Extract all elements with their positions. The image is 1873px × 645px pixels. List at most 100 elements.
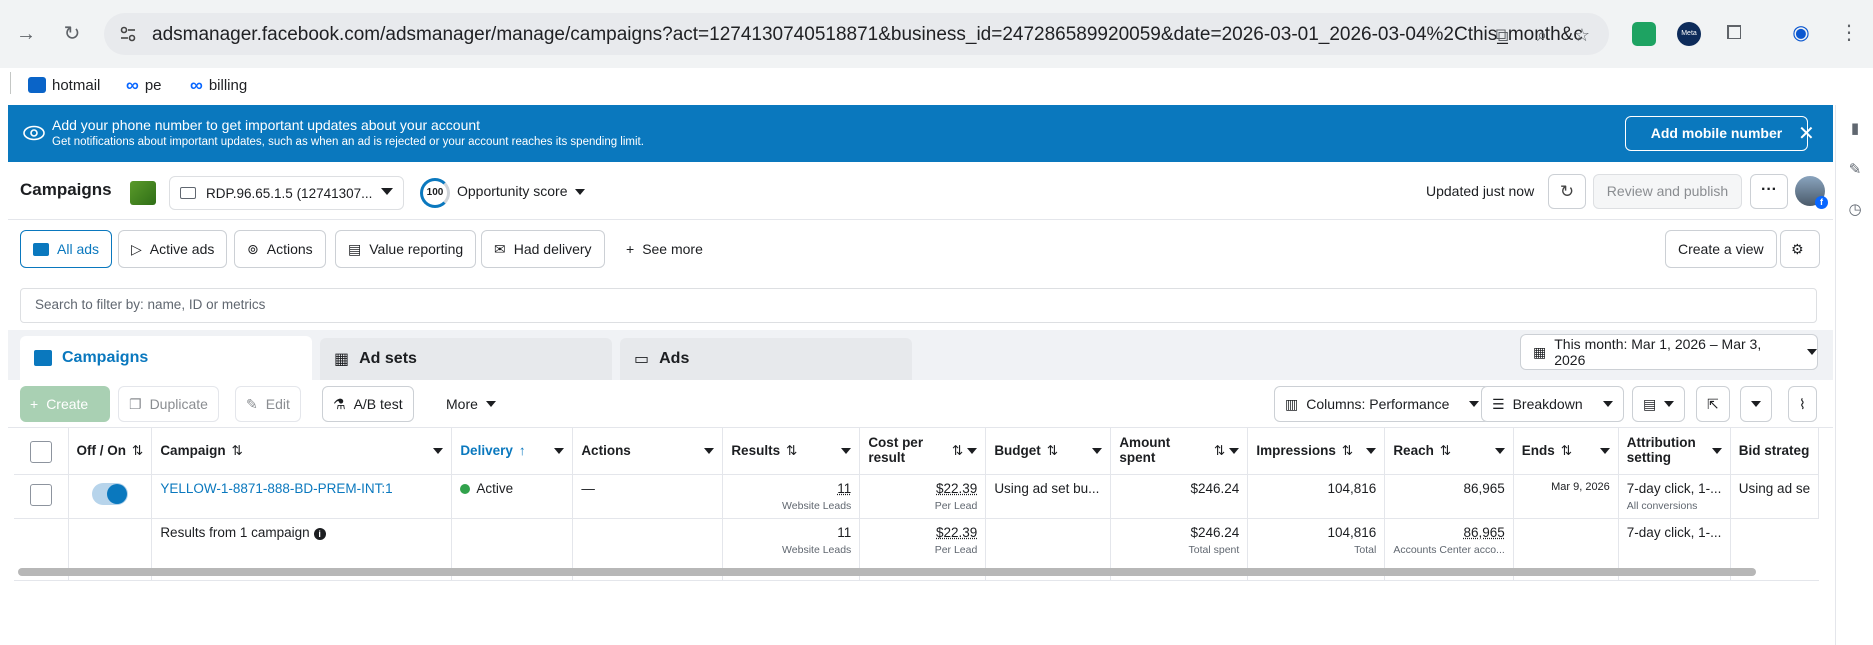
url-text[interactable]: adsmanager.facebook.com/adsmanager/manag… bbox=[152, 24, 1582, 46]
ab-test-button[interactable]: ⚗ A/B test bbox=[322, 386, 414, 422]
refresh-button[interactable]: ↻ bbox=[1548, 174, 1586, 209]
add-mobile-number-button[interactable]: Add mobile number bbox=[1625, 116, 1808, 151]
edit-pencil-icon[interactable]: ✎ bbox=[1846, 160, 1864, 178]
col-delivery[interactable]: Delivery ↑ bbox=[451, 428, 574, 475]
col-campaign[interactable]: Campaign ⇅ bbox=[151, 428, 453, 475]
duplicate-icon: ❐ bbox=[129, 395, 142, 412]
horizontal-scrollbar[interactable] bbox=[18, 568, 1756, 576]
row-select-cell[interactable] bbox=[14, 474, 69, 519]
row-toggle-cell[interactable] bbox=[68, 474, 153, 519]
columns-dropdown[interactable]: ▥ Columns: Performance bbox=[1274, 386, 1491, 422]
row-checkbox[interactable] bbox=[29, 483, 52, 506]
col-amount-spent[interactable]: Amount spent ⇅ bbox=[1110, 428, 1249, 475]
tab-ads[interactable]: ▭ Ads bbox=[620, 338, 912, 380]
account-selector[interactable]: RDP.96.65.1.5 (12741307... bbox=[169, 176, 404, 210]
close-icon[interactable]: ✕ bbox=[1798, 121, 1815, 146]
export-button[interactable]: ⇱ bbox=[1696, 386, 1730, 422]
date-range-picker[interactable]: ▦ This month: Mar 1, 2026 – Mar 3, 2026 bbox=[1520, 334, 1818, 370]
opportunity-score-badge[interactable]: 100 bbox=[420, 178, 450, 208]
bookmark-hotmail[interactable]: hotmail bbox=[28, 70, 100, 100]
ends-cell: Mar 9, 2026 bbox=[1513, 474, 1619, 519]
translate-icon[interactable]: ⧉ bbox=[1491, 24, 1513, 46]
eye-icon bbox=[23, 125, 45, 141]
tab-ad-sets[interactable]: ▦ Ad sets bbox=[320, 338, 612, 380]
col-bid-strategy[interactable]: Bid strateg bbox=[1730, 428, 1820, 475]
col-cost-per-result[interactable]: Cost per result ⇅ bbox=[859, 428, 987, 475]
col-ends[interactable]: Ends ⇅ bbox=[1513, 428, 1619, 475]
search-filter[interactable] bbox=[20, 288, 1817, 323]
address-bar[interactable]: adsmanager.facebook.com/adsmanager/manag… bbox=[104, 13, 1609, 55]
col-actions[interactable]: Actions bbox=[572, 428, 724, 475]
table-header-row: Off / On ⇅ Campaign ⇅ Delivery ↑ Actions Re… bbox=[14, 428, 1820, 475]
attribution-cell: 7-day click, 1-... All conversions bbox=[1618, 474, 1731, 519]
chevron-down-icon bbox=[1602, 401, 1613, 407]
table-footer-area bbox=[8, 582, 1833, 645]
campaigns-icon bbox=[34, 350, 52, 366]
create-view-button[interactable]: Create a view bbox=[1665, 230, 1777, 268]
bookmark-billing[interactable]: ∞ billing bbox=[190, 70, 247, 100]
filter-value-reporting[interactable]: ▤ Value reporting bbox=[335, 230, 477, 268]
edit-button[interactable]: ✎ Edit bbox=[235, 386, 301, 422]
filter-actions[interactable]: ⊚ Actions bbox=[234, 230, 326, 268]
col-impressions[interactable]: Impressions ⇅ bbox=[1247, 428, 1386, 475]
filter-had-delivery[interactable]: ✉ Had delivery bbox=[481, 230, 605, 268]
banner-title: Add your phone number to get important u… bbox=[52, 117, 481, 133]
tab-campaigns[interactable]: Campaigns bbox=[20, 336, 312, 380]
col-budget[interactable]: Budget ⇅ bbox=[985, 428, 1112, 475]
reload-icon[interactable]: ↻ bbox=[58, 20, 86, 48]
grid-icon: ▦ bbox=[334, 351, 350, 368]
bookmark-star-icon[interactable]: ☆ bbox=[1571, 24, 1593, 46]
more-dropdown[interactable]: More bbox=[436, 386, 506, 422]
search-input[interactable] bbox=[35, 297, 1735, 312]
col-results[interactable]: Results ⇅ bbox=[722, 428, 861, 475]
filter-active-ads[interactable]: ▷ Active ads bbox=[118, 230, 228, 268]
info-icon[interactable]: i bbox=[313, 527, 326, 540]
reports-dropdown[interactable]: ▤ bbox=[1632, 386, 1686, 422]
review-and-publish-button[interactable]: Review and publish bbox=[1593, 174, 1742, 209]
ad-icon: ▭ bbox=[634, 351, 650, 368]
more-options-button[interactable]: ··· bbox=[1750, 174, 1788, 209]
campaign-name-link[interactable]: YELLOW-1-8871-888-BD-PREM-INT:1 bbox=[160, 481, 392, 496]
bookmark-divider bbox=[10, 72, 11, 94]
duplicate-button[interactable]: ❐ Duplicate bbox=[118, 386, 219, 422]
clock-icon[interactable]: ◷ bbox=[1846, 200, 1864, 218]
settings-sliders-icon[interactable]: ⚙ bbox=[1780, 230, 1820, 268]
level-tabs: Campaigns ▦ Ad sets ▭ Ads ▦ This month: Mar… bbox=[8, 330, 1833, 380]
chevron-down-icon bbox=[575, 189, 586, 196]
results-table: Off / On ⇅ Campaign ⇅ Delivery ↑ Actions Re… bbox=[14, 428, 1820, 581]
campaign-toggle[interactable] bbox=[91, 482, 128, 505]
charts-button[interactable]: ⌇ bbox=[1788, 386, 1817, 422]
col-attribution[interactable]: Attribution setting bbox=[1618, 428, 1731, 475]
breakdown-dropdown[interactable]: ☰ Breakdown bbox=[1481, 386, 1624, 422]
filter-all-ads[interactable]: All ads bbox=[20, 230, 113, 268]
export-dropdown[interactable] bbox=[1740, 386, 1772, 422]
bookmarks-bar: hotmail ∞ pe ∞ billing bbox=[0, 68, 1873, 105]
table-row[interactable]: YELLOW-1-8871-888-BD-PREM-INT:1 Active —… bbox=[14, 474, 1820, 519]
site-info-icon[interactable] bbox=[118, 24, 138, 44]
facebook-icon: f bbox=[1815, 196, 1828, 209]
avatar[interactable]: f bbox=[1795, 176, 1828, 209]
export-icon: ⇱ bbox=[1707, 395, 1719, 412]
select-all-checkbox[interactable] bbox=[29, 441, 52, 464]
extension-green-icon[interactable] bbox=[1632, 22, 1656, 46]
opportunity-score-label: Opportunity score bbox=[457, 183, 568, 199]
extension-meta-icon[interactable]: Meta bbox=[1677, 22, 1701, 46]
create-button[interactable]: + Create bbox=[20, 386, 110, 422]
opportunity-score-dropdown[interactable]: Opportunity score bbox=[457, 183, 586, 199]
campaign-name-cell[interactable]: YELLOW-1-8871-888-BD-PREM-INT:1 bbox=[151, 474, 453, 519]
see-more-button[interactable]: + See more bbox=[614, 230, 715, 268]
extensions-puzzle-icon[interactable]: ⧠ bbox=[1723, 22, 1745, 44]
profile-icon[interactable]: ◉ bbox=[1790, 22, 1812, 44]
col-off-on[interactable]: Off / On ⇅ bbox=[68, 428, 153, 475]
chart-icon[interactable]: ▮ bbox=[1846, 119, 1864, 137]
pencil-icon: ✎ bbox=[246, 395, 258, 412]
browser-menu-icon[interactable]: ⋮ bbox=[1838, 22, 1860, 44]
zoom-icon[interactable]: ⌕ bbox=[1531, 24, 1553, 46]
bookmark-pe[interactable]: ∞ pe bbox=[126, 70, 162, 100]
plus-icon: + bbox=[626, 241, 635, 257]
table-toolbar: + Create ❐ Duplicate ✎ Edit ⚗ A/B test More … bbox=[8, 380, 1833, 428]
meta-icon: ∞ bbox=[190, 74, 203, 95]
forward-icon[interactable]: → bbox=[12, 20, 40, 48]
col-reach[interactable]: Reach ⇅ bbox=[1384, 428, 1514, 475]
select-all-cell[interactable] bbox=[14, 428, 69, 475]
